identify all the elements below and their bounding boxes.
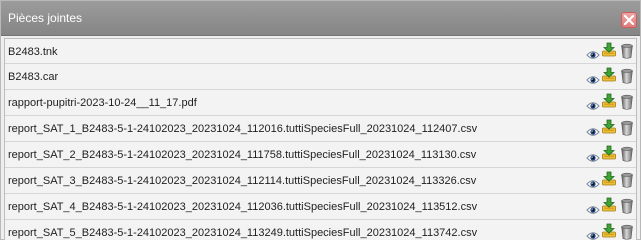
download-icon (602, 119, 616, 134)
eye-icon (586, 232, 600, 240)
download-button[interactable] (601, 93, 617, 108)
download-button[interactable] (601, 145, 617, 160)
eye-icon (586, 206, 600, 214)
view-button[interactable] (586, 150, 600, 162)
download-icon (602, 67, 616, 82)
eye-icon (586, 102, 600, 110)
download-icon (602, 42, 616, 57)
attachment-row: B2483.car (5, 64, 636, 90)
trash-icon (621, 224, 633, 240)
panel-title: Pièces jointes (8, 11, 83, 25)
download-button[interactable] (601, 197, 617, 212)
view-button[interactable] (586, 228, 600, 240)
download-icon (602, 93, 616, 108)
download-button[interactable] (601, 171, 617, 186)
delete-button[interactable] (620, 224, 634, 240)
attachment-row: rapport-pupitri-2023-10-24__11_17.pdf (5, 90, 636, 116)
eye-icon (586, 154, 600, 162)
delete-button[interactable] (620, 94, 634, 110)
download-button[interactable] (601, 67, 617, 82)
trash-icon (621, 146, 633, 162)
attachment-filename: rapport-pupitri-2023-10-24__11_17.pdf (8, 97, 197, 109)
attachment-filename: B2483.tnk (8, 46, 58, 58)
attachment-filename: report_SAT_3_B2483-5-1-24102023_20231024… (8, 175, 477, 187)
download-icon (602, 197, 616, 212)
view-button[interactable] (586, 98, 600, 110)
eye-icon (586, 51, 600, 59)
view-button[interactable] (586, 47, 600, 59)
attachment-row: B2483.tnk (5, 39, 636, 64)
trash-icon (621, 120, 633, 136)
delete-button[interactable] (620, 120, 634, 136)
trash-icon (621, 172, 633, 188)
attachments-panel: Pièces jointes B2483.tnk B2483.car rappo… (0, 0, 641, 240)
eye-icon (586, 76, 600, 84)
eye-icon (586, 180, 600, 188)
attachment-filename: B2483.car (8, 71, 59, 83)
attachment-row: report_SAT_1_B2483-5-1-24102023_20231024… (5, 116, 636, 142)
download-button[interactable] (601, 223, 617, 238)
trash-icon (621, 68, 633, 84)
close-icon (624, 15, 634, 25)
download-icon (602, 171, 616, 186)
download-button[interactable] (601, 42, 617, 57)
trash-icon (621, 94, 633, 110)
delete-button[interactable] (620, 68, 634, 84)
delete-button[interactable] (620, 198, 634, 214)
eye-icon (586, 128, 600, 136)
trash-icon (621, 43, 633, 59)
view-button[interactable] (586, 176, 600, 188)
attachment-filename: report_SAT_1_B2483-5-1-24102023_20231024… (8, 123, 478, 135)
view-button[interactable] (586, 72, 600, 84)
attachment-filename: report_SAT_2_B2483-5-1-24102023_20231024… (8, 149, 477, 161)
attachment-list: B2483.tnk B2483.car rapport-pupitri-2023… (4, 38, 637, 240)
view-button[interactable] (586, 124, 600, 136)
attachment-row: report_SAT_4_B2483-5-1-24102023_20231024… (5, 194, 636, 220)
download-icon (602, 223, 616, 238)
download-button[interactable] (601, 119, 617, 134)
download-icon (602, 145, 616, 160)
delete-button[interactable] (620, 146, 634, 162)
attachment-row: report_SAT_2_B2483-5-1-24102023_20231024… (5, 142, 636, 168)
attachment-row: report_SAT_5_B2483-5-1-24102023_20231024… (5, 220, 636, 240)
attachment-filename: report_SAT_5_B2483-5-1-24102023_20231024… (8, 227, 478, 239)
delete-button[interactable] (620, 43, 634, 59)
close-button[interactable] (621, 12, 637, 28)
delete-button[interactable] (620, 172, 634, 188)
view-button[interactable] (586, 202, 600, 214)
trash-icon (621, 198, 633, 214)
attachment-row: report_SAT_3_B2483-5-1-24102023_20231024… (5, 168, 636, 194)
attachment-filename: report_SAT_4_B2483-5-1-24102023_20231024… (8, 201, 478, 213)
panel-titlebar: Pièces jointes (1, 1, 640, 36)
